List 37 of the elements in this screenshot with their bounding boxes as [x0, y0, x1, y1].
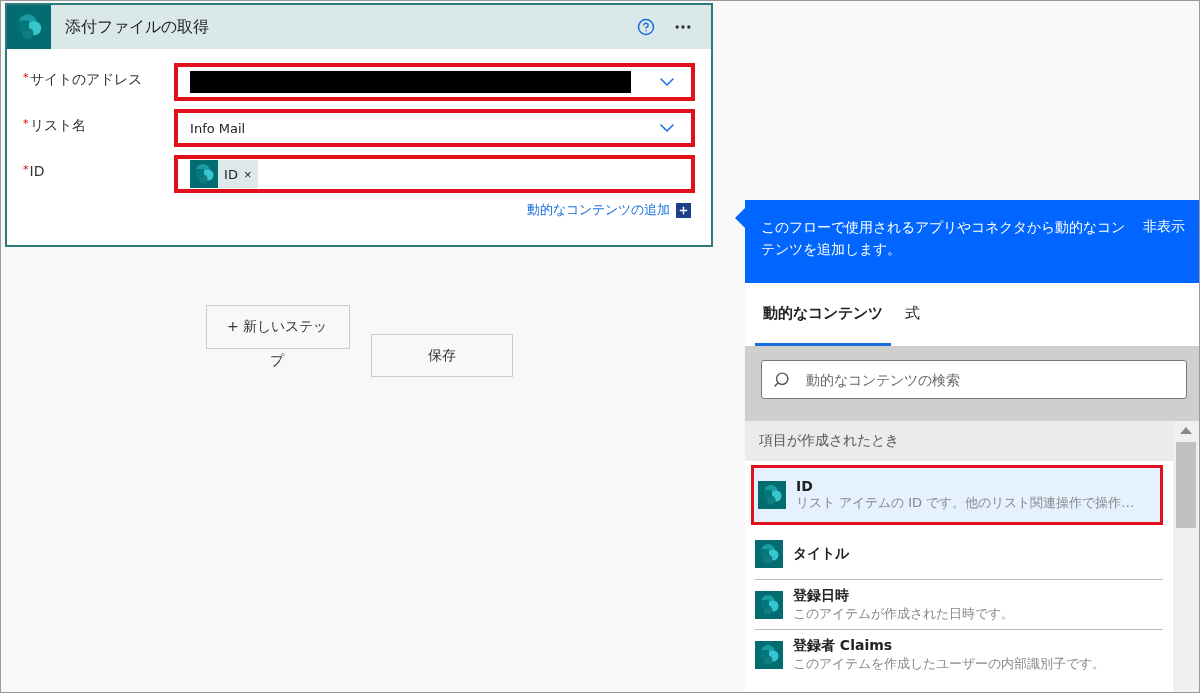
- dropdown-field[interactable]: [174, 63, 695, 101]
- dropdown-field[interactable]: Info Mail: [174, 109, 695, 147]
- item-title: 登録者 Claims: [793, 636, 894, 655]
- sharepoint-icon: [755, 590, 783, 619]
- field-label: ID: [29, 163, 45, 179]
- required-mark: *: [23, 71, 29, 84]
- item-title: ID: [796, 478, 814, 494]
- hide-button[interactable]: 非表示: [1143, 216, 1185, 238]
- add-dynamic-content-link[interactable]: 動的なコンテンツの追加: [527, 201, 670, 219]
- section-title: 項目が作成されたとき: [759, 432, 899, 450]
- item-description: このアイテムを作成したユーザーの内部識別子です。: [793, 654, 1105, 673]
- required-mark: *: [23, 117, 29, 130]
- plus-icon[interactable]: [676, 202, 691, 218]
- item-description: このアイテムが作成された日時です。: [793, 604, 1014, 623]
- required-mark: *: [23, 163, 29, 176]
- item-title: 登録日時: [793, 586, 850, 605]
- sharepoint-icon: [755, 640, 783, 669]
- search-icon: [773, 371, 790, 388]
- panel-description: このフローで使用されるアプリやコネクタから動的なコンテンツを追加します。: [761, 218, 1126, 259]
- token-field[interactable]: ID ×: [174, 155, 695, 193]
- field-label: リスト名: [29, 117, 86, 135]
- remove-token-button[interactable]: ×: [243, 166, 252, 182]
- dynamic-content-item[interactable]: ID リスト アイテムの ID です。他のリスト関連操作で操作…: [751, 465, 1163, 525]
- save-button[interactable]: 保存: [371, 334, 513, 377]
- scrollbar[interactable]: [1173, 421, 1199, 692]
- sharepoint-icon: [755, 540, 783, 568]
- item-title: タイトル: [793, 545, 849, 563]
- help-icon[interactable]: [637, 18, 655, 36]
- sharepoint-icon: [190, 160, 219, 188]
- sharepoint-icon: [758, 481, 786, 509]
- search-field[interactable]: 動的なコンテンツの検索: [761, 360, 1187, 399]
- item-description: リスト アイテムの ID です。他のリスト関連操作で操作…: [796, 494, 1135, 512]
- tab[interactable]: 式: [897, 283, 928, 346]
- new-step-button[interactable]: + 新しいステップ: [206, 305, 348, 377]
- field-label: サイトのアドレス: [29, 71, 142, 89]
- token-label: ID: [224, 166, 238, 182]
- card-title: 添付ファイルの取得: [65, 16, 210, 38]
